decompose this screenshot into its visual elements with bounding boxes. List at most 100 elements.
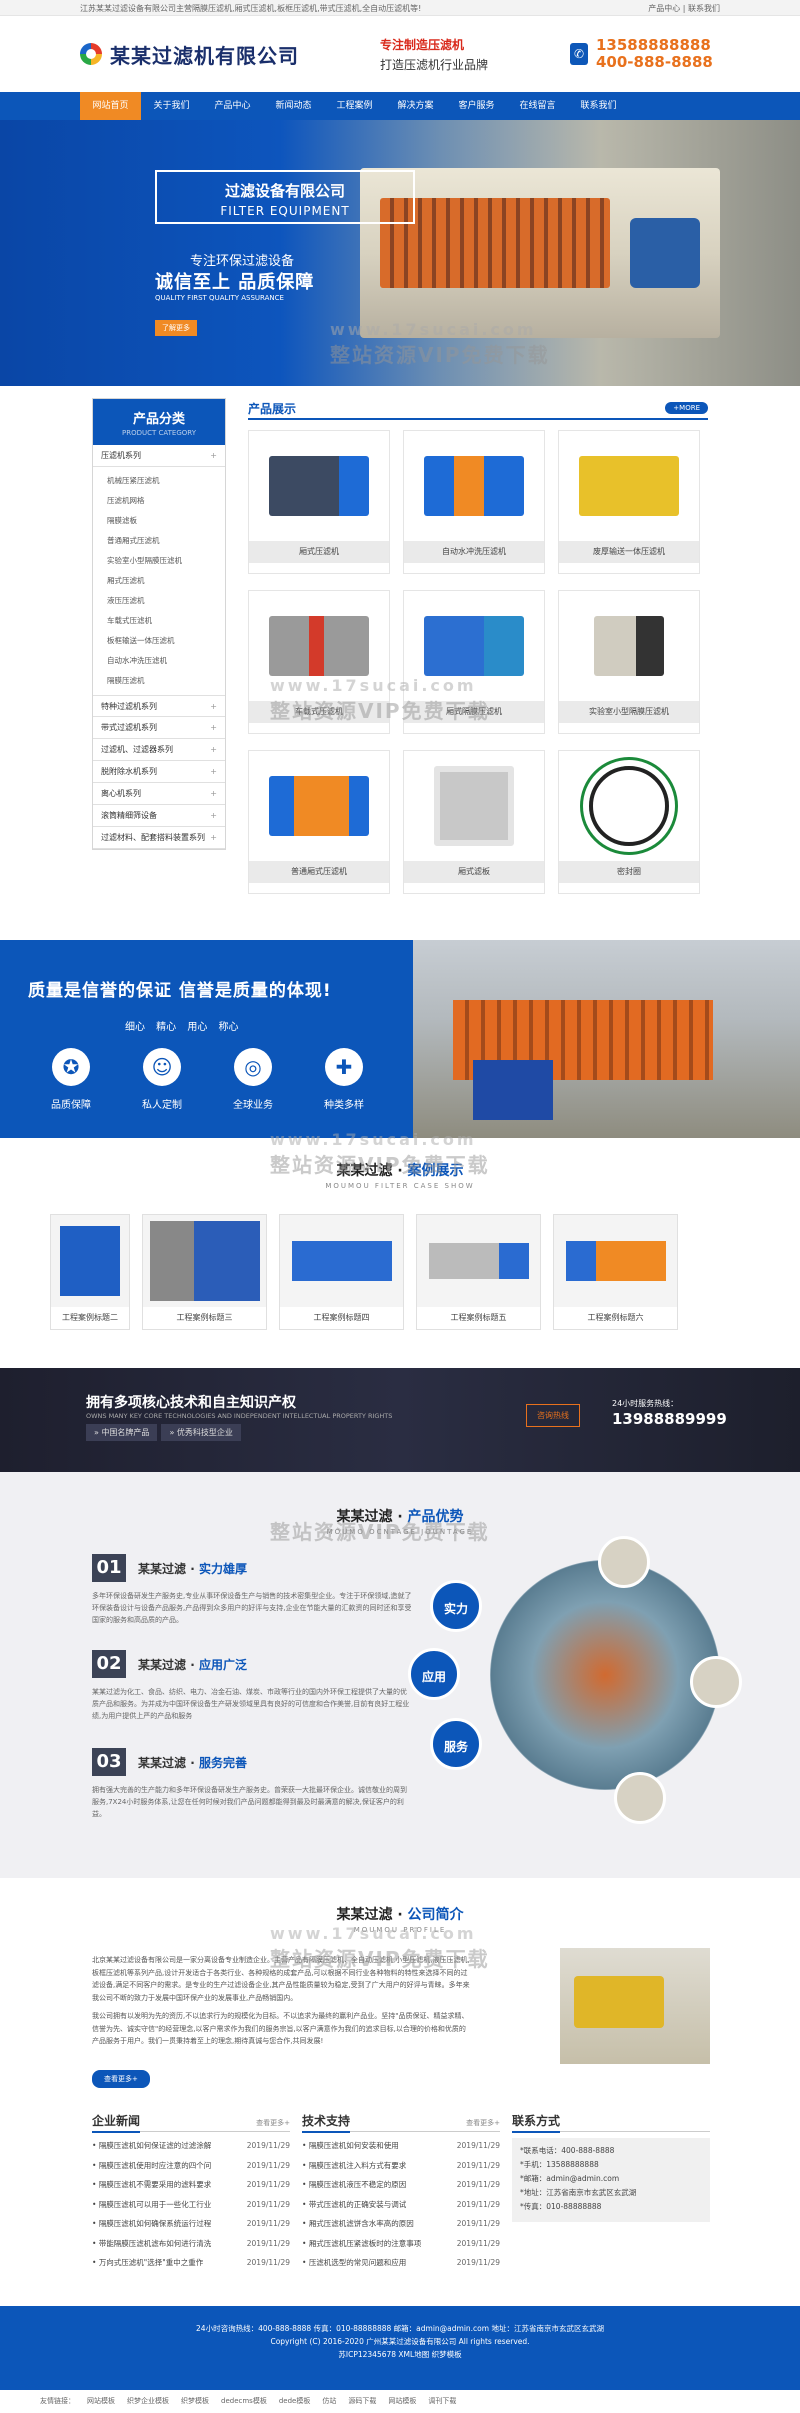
news-more-link[interactable]: 查看更多+ (256, 2118, 290, 2128)
product-card[interactable]: 实验室小型隔膜压滤机 (558, 590, 700, 734)
case-card[interactable]: 工程案例标题五 (416, 1214, 541, 1330)
footer-icp[interactable]: 苏ICP12345678 XML地图 织梦模板 (0, 2348, 800, 2361)
sidebar-subitem[interactable]: 自动水冲洗压滤机 (93, 651, 225, 671)
support-row[interactable]: • 压滤机选型的常见问题和应用 2019/11/29 (302, 2253, 500, 2273)
support-row[interactable]: • 厢式压滤机压紧滤板时的注意事项 2019/11/29 (302, 2234, 500, 2254)
nav-service[interactable]: 客户服务 (446, 92, 507, 120)
sidebar-category[interactable]: 特种过滤机系列 + (93, 695, 225, 717)
friend-link[interactable]: 织梦模板 (181, 2390, 209, 2413)
sidebar-subitem[interactable]: 板框输送一体压滤机 (93, 631, 225, 651)
friend-link[interactable]: 源码下载 (348, 2390, 376, 2413)
friend-link[interactable]: 仿站 (322, 2390, 336, 2413)
news-headline: • 隔膜压滤机可以用于一些化工行业 (92, 2199, 212, 2209)
about-subtitle: MOUMOU PROFILE (353, 1926, 447, 1934)
product-card[interactable]: 厢式隔膜压滤机 (403, 590, 545, 734)
sidebar-title-en: PRODUCT CATEGORY (122, 429, 196, 437)
support-row[interactable]: • 隔膜压滤机如何安装和使用 2019/11/29 (302, 2136, 500, 2156)
product-image (249, 431, 389, 541)
sidebar-subitem[interactable]: 厢式压滤机 (93, 571, 225, 591)
case-carousel: 工程案例标题二 工程案例标题三 工程案例标题四 工程案例标题五 工程案例标题六 (50, 1214, 678, 1330)
support-date: 2019/11/29 (456, 2180, 500, 2189)
sidebar-subitem[interactable]: 隔膜滤板 (93, 511, 225, 531)
news-row[interactable]: • 隔膜压滤机不需要采用的滤料要求 2019/11/29 (92, 2175, 290, 2195)
sidebar-category[interactable]: 过滤材料、配套搭料装置系列 + (93, 827, 225, 849)
case-card[interactable]: 工程案例标题二 (50, 1214, 130, 1330)
sidebar-category[interactable]: 脱附除水机系列 + (93, 761, 225, 783)
nav-about[interactable]: 关于我们 (141, 92, 202, 120)
sidebar-category[interactable]: 过滤机、过滤器系列 + (93, 739, 225, 761)
sidebar-subitem[interactable]: 普通厢式压滤机 (93, 531, 225, 551)
support-row[interactable]: • 带式压滤机的正确安装与调试 2019/11/29 (302, 2195, 500, 2215)
banner-more-button[interactable]: 了解更多 (155, 320, 197, 336)
product-image (249, 751, 389, 861)
friend-link[interactable]: dede模板 (279, 2390, 311, 2413)
case-card[interactable]: 工程案例标题三 (142, 1214, 267, 1330)
nav-message[interactable]: 在线留言 (507, 92, 568, 120)
nav-cases[interactable]: 工程案例 (324, 92, 385, 120)
support-more-link[interactable]: 查看更多+ (466, 2118, 500, 2128)
news-row[interactable]: • 隔膜压滤机可以用于一些化工行业 2019/11/29 (92, 2195, 290, 2215)
friend-link[interactable]: dedecms模板 (221, 2390, 267, 2413)
nav-contact[interactable]: 联系我们 (568, 92, 629, 120)
nav-news[interactable]: 新闻动态 (263, 92, 324, 120)
sidebar-subitem[interactable]: 实验室小型隔膜压滤机 (93, 551, 225, 571)
about-photo (560, 1948, 710, 2064)
logo[interactable]: 某某过滤机有限公司 (80, 40, 380, 69)
sidebar-subitem[interactable]: 压滤机网格 (93, 491, 225, 511)
case-image (51, 1215, 129, 1307)
support-row[interactable]: • 隔膜压滤机液压不稳定的原因 2019/11/29 (302, 2175, 500, 2195)
more-button[interactable]: +MORE (665, 402, 708, 414)
sidebar-subitem[interactable]: 液压压滤机 (93, 591, 225, 611)
product-card[interactable]: 厢式滤板 (403, 750, 545, 894)
top-links[interactable]: 产品中心 | 联系我们 (648, 3, 720, 14)
quality-item-label: 种类多样 (324, 1100, 364, 1111)
adv-subtitle: MOUMO OCNTAGE JOUNTAGE (326, 1528, 474, 1536)
product-card[interactable]: 密封圈 (558, 750, 700, 894)
product-card[interactable]: 自动水冲洗压滤机 (403, 430, 545, 574)
news-date: 2019/11/29 (246, 2238, 290, 2248)
consult-button[interactable]: 咨询热线 (526, 1404, 580, 1427)
product-card[interactable]: 废厚输送一体压滤机 (558, 430, 700, 574)
news-row[interactable]: • 隔膜压滤机如何保证滤的过滤涂解 2019/11/29 (92, 2136, 290, 2156)
sidebar-category[interactable]: 压滤机系列 + (93, 445, 225, 467)
product-grid: 厢式压滤机 自动水冲洗压滤机 废厚输送一体压滤机 车载式压滤机 厢式隔膜压滤机 … (248, 430, 708, 894)
nav-solutions[interactable]: 解决方案 (385, 92, 446, 120)
product-card[interactable]: 厢式压滤机 (248, 430, 390, 574)
about-more-button[interactable]: 查看更多+ (92, 2070, 150, 2088)
news-row[interactable]: • 万向式压滤机"选择"重中之重作 2019/11/29 (92, 2253, 290, 2273)
friend-link[interactable]: 织梦企业模板 (127, 2390, 169, 2413)
product-header: 产品展示 +MORE (248, 398, 708, 420)
case-image (554, 1215, 677, 1307)
support-row[interactable]: • 隔膜压滤机注入料方式有要求 2019/11/29 (302, 2156, 500, 2176)
contact-email[interactable]: *邮箱：admin@admin.com (520, 2172, 702, 2186)
footer-copyright: Copyright (C) 2016-2020 广州某某过滤设备有限公司 All… (270, 2337, 530, 2346)
news-row[interactable]: • 隔膜压滤机使用时应注意的四个问 2019/11/29 (92, 2156, 290, 2176)
tel-number: 13988889999 (612, 1410, 727, 1428)
sidebar-subitem[interactable]: 机械压紧压滤机 (93, 471, 225, 491)
quality-photo (413, 940, 800, 1138)
sidebar-category[interactable]: 滚筒精细筛设备 + (93, 805, 225, 827)
sidebar-category[interactable]: 离心机系列 + (93, 783, 225, 805)
friend-link[interactable]: 调刊下载 (428, 2390, 456, 2413)
company-name: 某某过滤机有限公司 (110, 43, 299, 68)
support-headline: • 带式压滤机的正确安装与调试 (302, 2199, 407, 2209)
sidebar-subitem[interactable]: 隔膜压滤机 (93, 671, 225, 691)
news-row[interactable]: • 带能隔膜压滤机滤布如何进行清洗 2019/11/29 (92, 2234, 290, 2254)
quality-item: ◎ 全球业务 (224, 1048, 282, 1111)
about-title-a: 某某过滤 (336, 1907, 393, 1923)
sidebar-header: 产品分类 PRODUCT CATEGORY (93, 399, 225, 445)
sidebar-subitem[interactable]: 车载式压滤机 (93, 611, 225, 631)
case-card[interactable]: 工程案例标题六 (553, 1214, 678, 1330)
support-headline: • 隔膜压滤机液压不稳定的原因 (302, 2180, 407, 2189)
product-card[interactable]: 普通厢式压滤机 (248, 750, 390, 894)
contact-mobile: *手机：13588888888 (520, 2160, 599, 2169)
case-card[interactable]: 工程案例标题四 (279, 1214, 404, 1330)
friend-link[interactable]: 网站模板 (388, 2390, 416, 2413)
product-card[interactable]: 车载式压滤机 (248, 590, 390, 734)
support-row[interactable]: • 厢式压滤机滤饼含水率高的原因 2019/11/29 (302, 2214, 500, 2234)
friend-link[interactable]: 网站模板 (87, 2390, 115, 2413)
sidebar-category[interactable]: 带式过滤机系列 + (93, 717, 225, 739)
nav-home[interactable]: 网站首页 (80, 92, 141, 120)
news-row[interactable]: • 隔膜压滤机如何确保系统运行过程 2019/11/29 (92, 2214, 290, 2234)
nav-products[interactable]: 产品中心 (202, 92, 263, 120)
